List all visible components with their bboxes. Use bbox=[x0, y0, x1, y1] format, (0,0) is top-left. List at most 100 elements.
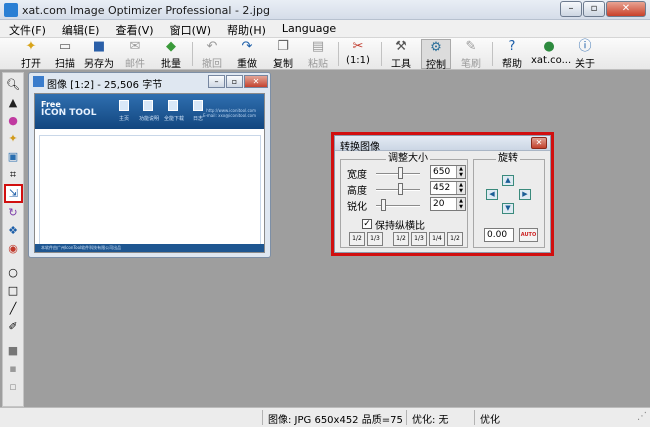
sharpen-slider-thumb[interactable] bbox=[381, 199, 386, 211]
brightness-tool-icon[interactable]: ▲ bbox=[5, 95, 21, 111]
line-tool-icon[interactable]: ╱ bbox=[5, 301, 21, 317]
status-separator bbox=[474, 410, 475, 425]
height-stepper[interactable]: ▲ ▼ bbox=[456, 182, 465, 194]
download-icon bbox=[168, 100, 178, 111]
height-label: 高度 bbox=[347, 186, 367, 197]
brush-tool-icon[interactable]: ✐ bbox=[5, 319, 21, 335]
sharpen-value: 20 bbox=[433, 199, 445, 209]
status-separator bbox=[406, 410, 407, 425]
image-window-title: 图像 [1:2] - 25,506 字节 bbox=[47, 80, 163, 91]
color-wheel-icon[interactable]: ● bbox=[5, 113, 21, 129]
resize-grip-icon[interactable]: ⋰ bbox=[637, 411, 647, 422]
open-button[interactable]: ✦ 打开 bbox=[16, 39, 46, 70]
banner-logo: Free ICON TOOL bbox=[41, 100, 96, 118]
rotate-tool-icon[interactable]: ↻ bbox=[5, 205, 21, 221]
height-field[interactable]: 452 ▲ ▼ bbox=[430, 181, 466, 195]
website-banner: Free ICON TOOL 主页 功能说明 全能下载 日志 http://ww… bbox=[35, 94, 264, 129]
actual-size-button[interactable]: ✂ (1:1) bbox=[343, 39, 373, 69]
image-canvas[interactable]: Free ICON TOOL 主页 功能说明 全能下载 日志 http://ww… bbox=[34, 93, 265, 253]
mail-button[interactable]: ✉ 邮件 bbox=[120, 39, 150, 70]
tools-icon: ⚒ bbox=[395, 39, 407, 54]
third-width-button[interactable]: 1/3 bbox=[411, 232, 427, 246]
dialog-close-button[interactable]: ✕ bbox=[531, 137, 547, 149]
quarter-size-button[interactable]: 1/4 bbox=[429, 232, 445, 246]
brush-label: 笔刷 bbox=[461, 59, 481, 70]
rotate-left-icon[interactable]: ◀ bbox=[486, 189, 498, 200]
menu-help[interactable]: 帮助(H) bbox=[218, 20, 273, 37]
status-bar: 图像: JPG 650x452 品质=75 优化: 无 优化 ⋰ bbox=[0, 407, 650, 427]
toolbar-separator bbox=[381, 42, 382, 66]
width-field[interactable]: 650 ▲ ▼ bbox=[430, 165, 466, 179]
rotate-down-icon[interactable]: ▼ bbox=[502, 203, 514, 214]
about-button[interactable]: ⓘ 关于 bbox=[570, 39, 600, 70]
half-width-button[interactable]: 1/2 bbox=[393, 232, 409, 246]
batch-icon: ◆ bbox=[166, 39, 176, 54]
copy-button[interactable]: ❐ 复制 bbox=[268, 39, 298, 70]
minimize-button[interactable]: – bbox=[560, 1, 582, 17]
undo-icon: ↶ bbox=[206, 39, 218, 54]
rotate-right-icon[interactable]: ▶ bbox=[519, 189, 531, 200]
height-slider[interactable] bbox=[376, 183, 420, 195]
double-size-button[interactable]: 1/2 bbox=[447, 232, 463, 246]
paste-button[interactable]: ▤ 粘贴 bbox=[303, 39, 333, 70]
keep-ratio-checkbox[interactable]: ✓ bbox=[362, 219, 372, 229]
lasso-tool-icon[interactable]: ○ bbox=[5, 265, 21, 281]
zoom-label: (1:1) bbox=[346, 55, 370, 66]
rotate-legend: 旋转 bbox=[496, 153, 520, 165]
angle-field[interactable]: 0.00 bbox=[484, 228, 514, 242]
zoom-tool-icon[interactable]: 🔍︎ bbox=[5, 77, 21, 93]
control-button[interactable]: ⚙ 控制 bbox=[421, 39, 451, 71]
title-bar: xat.com Image Optimizer Professional - 2… bbox=[0, 0, 650, 20]
image-maximize-button[interactable]: ▫ bbox=[226, 75, 243, 88]
menu-file[interactable]: 文件(F) bbox=[0, 20, 53, 37]
half-size-button[interactable]: 1/2 bbox=[349, 232, 365, 246]
rectangle-tool-icon[interactable]: □ bbox=[5, 283, 21, 299]
crop-tool-icon[interactable]: ⌗ bbox=[5, 167, 21, 183]
sharpen-stepper[interactable]: ▲ ▼ bbox=[456, 198, 465, 210]
banner-caption: 主页 bbox=[119, 116, 130, 122]
image-minimize-button[interactable]: – bbox=[208, 75, 225, 88]
resize-tool-icon[interactable]: ⇲ bbox=[4, 184, 23, 203]
width-stepper[interactable]: ▲ ▼ bbox=[456, 166, 465, 178]
status-extra: 优化 bbox=[480, 415, 500, 426]
auto-rotate-button[interactable]: AUTO bbox=[519, 228, 538, 242]
redo-button[interactable]: ↷ 重做 bbox=[232, 39, 262, 70]
effects-tool-icon[interactable]: ❖ bbox=[5, 223, 21, 239]
resize-legend: 调整大小 bbox=[386, 153, 430, 165]
scan-button[interactable]: ▭ 扫描 bbox=[50, 39, 80, 70]
brush-icon: ✎ bbox=[465, 39, 477, 54]
website-button[interactable]: ● xat.co... bbox=[531, 39, 571, 69]
tools-button[interactable]: ⚒ 工具 bbox=[386, 39, 416, 70]
undo-button[interactable]: ↶ 撤回 bbox=[197, 39, 227, 70]
menu-language[interactable]: Language bbox=[273, 20, 343, 37]
magic-wand-icon[interactable]: ✦ bbox=[5, 131, 21, 147]
menu-window[interactable]: 窗口(W) bbox=[161, 20, 218, 37]
tools-label: 工具 bbox=[391, 59, 411, 70]
swap-colors-swatch[interactable]: ▫ bbox=[5, 379, 21, 395]
background-color-swatch[interactable]: ▪ bbox=[5, 361, 21, 377]
sharpen-slider[interactable] bbox=[376, 199, 420, 211]
height-slider-thumb[interactable] bbox=[398, 183, 403, 195]
red-eye-tool-icon[interactable]: ◉ bbox=[5, 241, 21, 257]
third-size-button[interactable]: 1/3 bbox=[367, 232, 383, 246]
batch-button[interactable]: ◆ 批量 bbox=[156, 39, 186, 70]
image-close-button[interactable]: ✕ bbox=[244, 75, 268, 88]
menu-edit[interactable]: 编辑(E) bbox=[53, 20, 107, 37]
rotate-up-icon[interactable]: ▲ bbox=[502, 175, 514, 186]
foreground-color-swatch[interactable]: ■ bbox=[5, 343, 21, 359]
help-button[interactable]: ? 帮助 bbox=[497, 39, 527, 70]
status-image-info: 图像: JPG 650x452 品质=75 bbox=[268, 415, 403, 426]
height-value: 452 bbox=[433, 183, 451, 193]
about-label: 关于 bbox=[575, 59, 595, 70]
paste-icon: ▤ bbox=[311, 39, 325, 54]
picture-icon[interactable]: ▣ bbox=[5, 149, 21, 165]
brush-button[interactable]: ✎ 笔刷 bbox=[456, 39, 486, 70]
sharpen-field[interactable]: 20 ▲ ▼ bbox=[430, 197, 466, 211]
width-slider[interactable] bbox=[376, 167, 420, 179]
menu-bar: 文件(F) 编辑(E) 查看(V) 窗口(W) 帮助(H) Language bbox=[0, 20, 650, 38]
menu-view[interactable]: 查看(V) bbox=[106, 20, 160, 37]
maximize-button[interactable]: ▫ bbox=[583, 1, 605, 17]
close-button[interactable]: ✕ bbox=[606, 1, 646, 17]
width-slider-thumb[interactable] bbox=[398, 167, 403, 179]
save-as-button[interactable]: ■ 另存为 bbox=[84, 39, 114, 70]
